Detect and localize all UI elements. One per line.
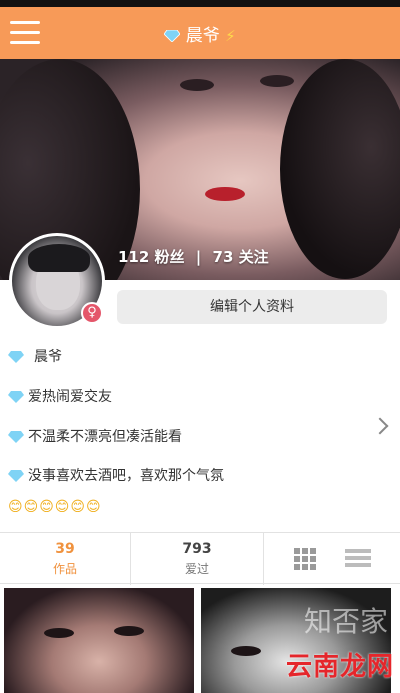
works-label: 作品	[52, 562, 77, 576]
page-title: 晨爷 ⚡	[0, 21, 400, 46]
watermark-faint: 知否家	[303, 605, 388, 638]
bio-line-3: 没事喜欢去酒吧，喜欢那个气氛	[8, 465, 224, 485]
diamond-icon	[8, 351, 24, 363]
bio-line-1: 爱热闹爱交友	[8, 386, 112, 406]
lightning-icon: ⚡	[225, 27, 236, 45]
followers-count: 112	[118, 248, 150, 266]
watermark-logo: 云南龙网	[285, 652, 394, 682]
post-thumbnail[interactable]	[4, 588, 194, 693]
followers-label: 粉丝	[154, 248, 185, 266]
tab-works[interactable]: 39 作品	[0, 533, 130, 585]
gender-female-icon: ♀	[81, 302, 103, 324]
list-view-icon[interactable]	[345, 549, 371, 570]
bio-text-3: 没事喜欢去酒吧，喜欢那个气氛	[28, 468, 224, 484]
bio-text-1: 爱热闹爱交友	[28, 389, 112, 405]
diamond-icon	[8, 391, 24, 403]
following-count: 73	[212, 248, 234, 266]
edit-profile-button[interactable]: 编辑个人资料	[117, 290, 387, 324]
diamond-icon	[8, 470, 24, 482]
following-label: 关注	[238, 248, 269, 266]
bio-text-2: 不温柔不漂亮但凑活能看	[28, 429, 182, 445]
profile-tabs: 39 作品 793 爱过	[0, 532, 400, 585]
bio-emojis: 😊😊😊😊😊😊	[8, 499, 102, 515]
grid-view-icon[interactable]	[294, 548, 316, 570]
diamond-icon	[8, 431, 24, 443]
diamond-icon	[164, 30, 181, 42]
stats-separator: |	[195, 248, 202, 266]
top-bar: 晨爷 ⚡	[0, 7, 400, 59]
title-text: 晨爷	[185, 26, 220, 46]
follow-stats: 112 粉丝 | 73 关注	[118, 246, 269, 267]
following-button[interactable]: 73 关注	[213, 248, 269, 266]
status-bar	[0, 0, 400, 7]
chevron-right-icon[interactable]	[371, 417, 389, 435]
bio-name-row: 晨爷	[8, 346, 62, 366]
followers-button[interactable]: 112 粉丝	[118, 248, 185, 266]
works-count: 39	[55, 541, 75, 557]
liked-count: 793	[182, 541, 212, 557]
bio-name: 晨爷	[34, 349, 62, 365]
liked-label: 爱过	[184, 562, 209, 576]
tab-liked[interactable]: 793 爱过	[131, 533, 263, 585]
bio-line-2: 不温柔不漂亮但凑活能看	[8, 426, 182, 446]
